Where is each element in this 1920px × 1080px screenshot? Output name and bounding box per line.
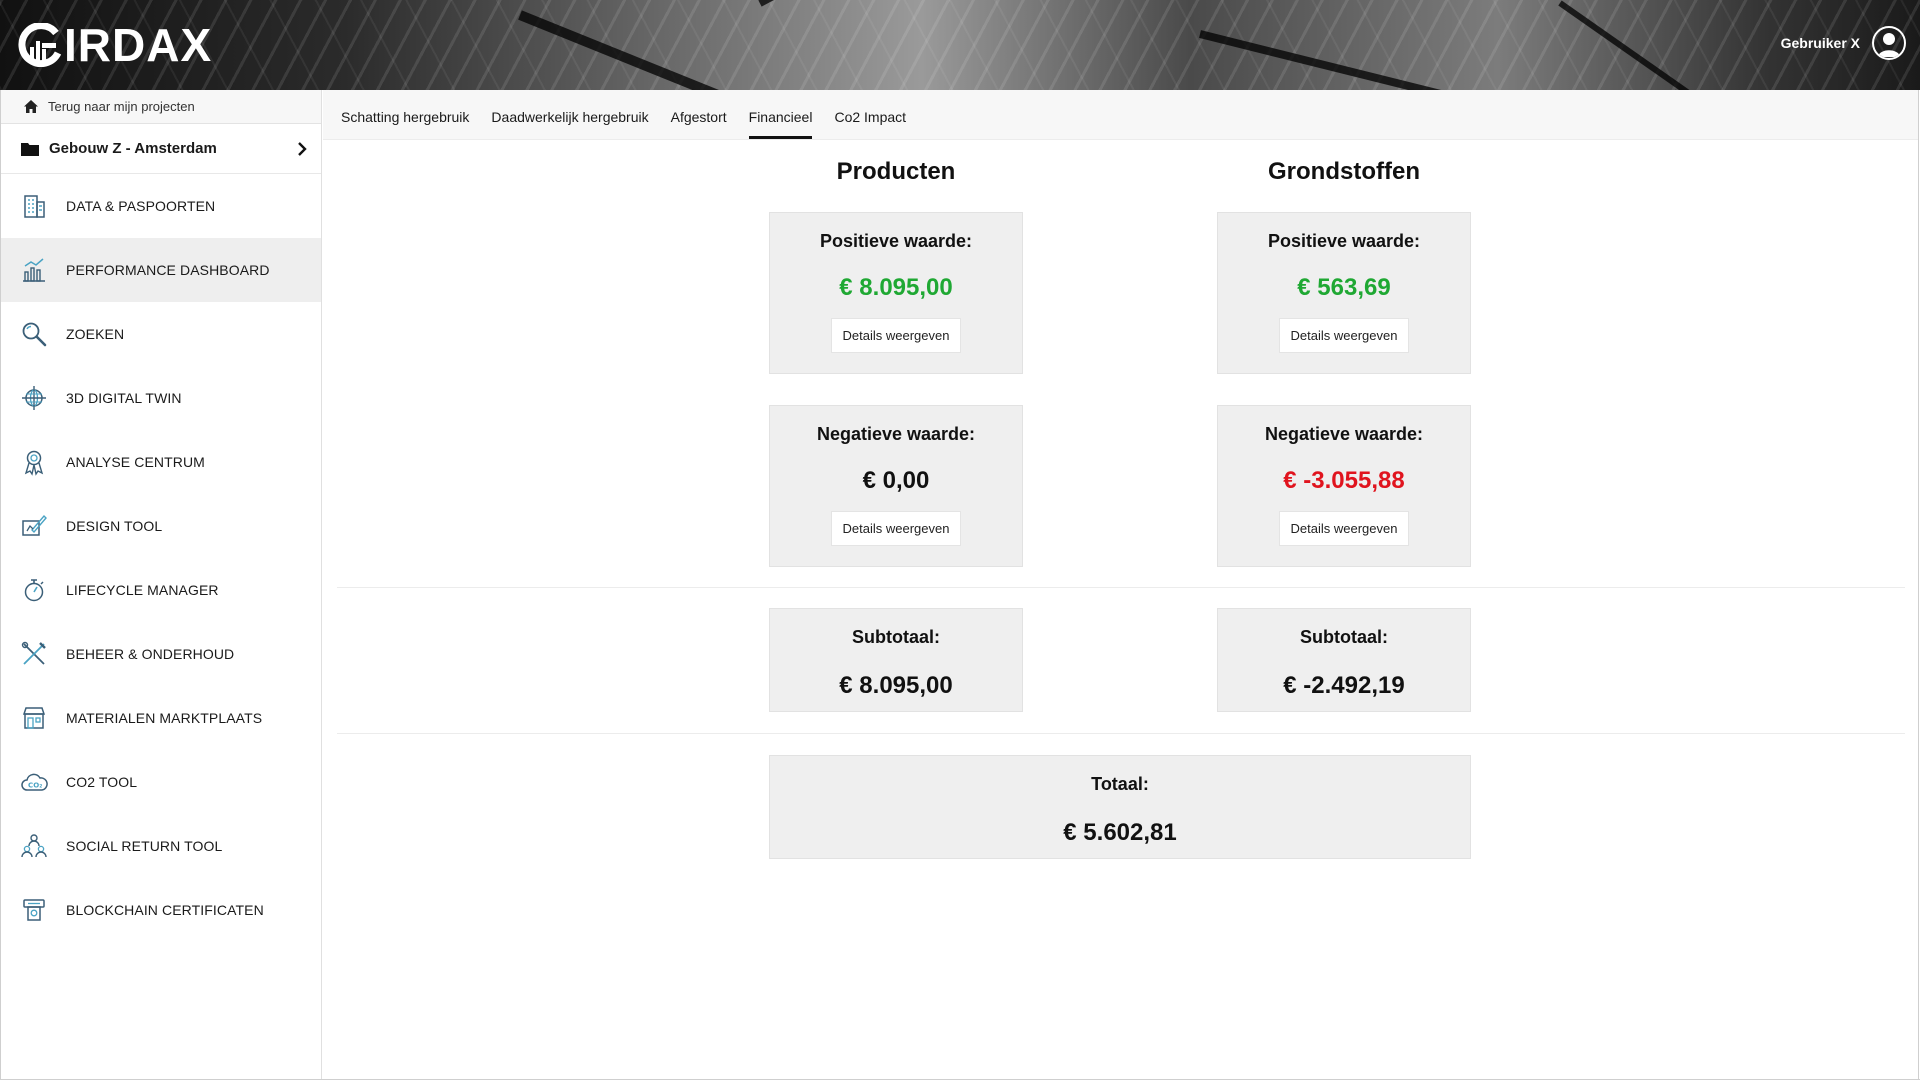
chevron-right-icon: [298, 141, 307, 156]
grondstoffen-title: Grondstoffen: [1268, 158, 1420, 185]
logo-text: IRDAX: [64, 19, 213, 71]
tab-co2-impact[interactable]: Co2 Impact: [834, 90, 906, 139]
main-content: Schatting hergebruik Daadwerkelijk herge…: [323, 90, 1919, 1080]
user-name: Gebruiker X: [1780, 35, 1860, 51]
sidebar-item-label: MATERIALEN MARKTPLAATS: [66, 710, 263, 726]
certificate-icon: [23, 899, 45, 921]
people-icon: [21, 834, 47, 858]
header-background-beam: [518, 10, 912, 90]
producten-positive-value: € 8.095,00: [839, 274, 953, 301]
card-label: Subtotaal:: [852, 627, 940, 647]
header-background-beam: [758, 0, 1080, 7]
section-divider: [337, 733, 1905, 734]
sidebar-item-label: BLOCKCHAIN CERTIFICATEN: [66, 902, 264, 918]
sidebar-item-social-return-tool[interactable]: SOCIAL RETURN TOOL: [1, 814, 321, 878]
producten-title: Producten: [836, 158, 956, 185]
card-label: Totaal:: [1091, 774, 1149, 794]
bar-chart-icon: [23, 258, 45, 282]
stopwatch-icon: [24, 579, 44, 602]
sidebar-item-zoeken[interactable]: ZOEKEN: [1, 302, 321, 366]
producten-negative-value: € 0,00: [862, 467, 930, 494]
producten-positive-details-button[interactable]: Details weergeven: [830, 318, 962, 353]
grondstoffen-positive-details-button[interactable]: Details weergeven: [1278, 318, 1410, 353]
sidebar-item-label: BEHEER & ONDERHOUD: [66, 646, 235, 662]
award-icon: [24, 450, 44, 476]
sidebar-item-co2-tool[interactable]: CO₂ CO2 TOOL: [1, 750, 321, 814]
sidebar-item-label: CO2 TOOL: [66, 774, 138, 790]
total-card: Totaal: € 5.602,81: [769, 755, 1471, 859]
tab-schatting-hergebruik[interactable]: Schatting hergebruik: [341, 90, 469, 139]
sidebar-item-blockchain-certificaten[interactable]: BLOCKCHAIN CERTIFICATEN: [1, 878, 321, 942]
tab-bar: Schatting hergebruik Daadwerkelijk herge…: [323, 90, 1918, 140]
globe-icon: [22, 386, 46, 410]
card-label: Negatieve waarde:: [816, 424, 976, 444]
grondstoffen-negative-card: Negatieve waarde: € -3.055,88 Details we…: [1217, 405, 1471, 567]
grondstoffen-negative-value: € -3.055,88: [1283, 467, 1405, 494]
header-background-beam: [1558, 0, 1808, 90]
producten-negative-card: Negatieve waarde: € 0,00 Details weergev…: [769, 405, 1023, 567]
co2-cloud-icon: CO₂: [21, 773, 48, 791]
sidebar-item-performance-dashboard[interactable]: PERFORMANCE DASHBOARD: [1, 238, 321, 302]
sidebar-item-label: ZOEKEN: [66, 326, 125, 342]
sidebar-item-label: DESIGN TOOL: [66, 518, 163, 534]
building-icon: [24, 195, 45, 218]
project-selector[interactable]: Gebouw Z - Amsterdam: [1, 124, 321, 174]
project-name: Gebouw Z - Amsterdam: [49, 140, 217, 157]
app-logo[interactable]: IRDAX: [18, 20, 212, 70]
card-label: Positieve waarde:: [1267, 231, 1421, 251]
search-icon: [22, 322, 47, 347]
grondstoffen-subtotal-card: Subtotaal: € -2.492,19: [1217, 608, 1471, 712]
back-link-label: Terug naar mijn projecten: [48, 99, 195, 114]
tab-financieel[interactable]: Financieel: [748, 90, 812, 139]
sidebar-item-analyse-centrum[interactable]: ANALYSE CENTRUM: [1, 430, 321, 494]
sidebar-item-lifecycle-manager[interactable]: LIFECYCLE MANAGER: [1, 558, 321, 622]
header-background-beam: [1199, 30, 1648, 90]
sidebar-item-beheer-onderhoud[interactable]: BEHEER & ONDERHOUD: [1, 622, 321, 686]
svg-text:CO₂: CO₂: [28, 782, 42, 790]
producten-subtotal-card: Subtotaal: € 8.095,00: [769, 608, 1023, 712]
store-icon: [22, 707, 46, 729]
user-menu[interactable]: Gebruiker X: [1781, 26, 1906, 60]
tab-afgestort[interactable]: Afgestort: [671, 90, 727, 139]
section-divider: [337, 587, 1905, 588]
sidebar-item-materialen-marktplaats[interactable]: MATERIALEN MARKTPLAATS: [1, 686, 321, 750]
grondstoffen-negative-details-button[interactable]: Details weergeven: [1278, 511, 1410, 546]
app-header: IRDAX Gebruiker X: [0, 0, 1920, 90]
design-icon: [22, 514, 47, 536]
sidebar-item-label: DATA & PASPOORTEN: [66, 198, 216, 214]
sidebar-item-label: LIFECYCLE MANAGER: [66, 582, 219, 598]
home-icon: [24, 99, 38, 113]
producten-positive-card: Positieve waarde: € 8.095,00 Details wee…: [769, 212, 1023, 374]
sidebar-item-label: 3D DIGITAL TWIN: [66, 390, 182, 406]
sidebar: Terug naar mijn projecten Gebouw Z - Ams…: [0, 90, 322, 1080]
logo-mark-icon: [18, 22, 62, 68]
tab-daadwerkelijk-hergebruik[interactable]: Daadwerkelijk hergebruik: [491, 90, 648, 139]
sidebar-item-design-tool[interactable]: DESIGN TOOL: [1, 494, 321, 558]
sidebar-item-3d-digital-twin[interactable]: 3D DIGITAL TWIN: [1, 366, 321, 430]
grondstoffen-subtotal-value: € -2.492,19: [1283, 672, 1405, 699]
producten-subtotal-value: € 8.095,00: [839, 672, 953, 699]
sidebar-item-label: ANALYSE CENTRUM: [66, 454, 205, 470]
sidebar-item-data-paspoorten[interactable]: DATA & PASPOORTEN: [1, 174, 321, 238]
tools-icon: [21, 641, 46, 665]
sidebar-item-label: SOCIAL RETURN TOOL: [66, 838, 223, 854]
card-label: Negatieve waarde:: [1264, 424, 1424, 444]
folder-icon: [21, 142, 39, 156]
total-value: € 5.602,81: [1063, 819, 1177, 846]
user-avatar-icon[interactable]: [1872, 26, 1906, 60]
card-label: Positieve waarde:: [819, 231, 973, 251]
back-to-projects-link[interactable]: Terug naar mijn projecten: [1, 90, 321, 124]
card-label: Subtotaal:: [1300, 627, 1388, 647]
producten-negative-details-button[interactable]: Details weergeven: [830, 511, 962, 546]
grondstoffen-positive-value: € 563,69: [1297, 274, 1391, 301]
sidebar-item-label: PERFORMANCE DASHBOARD: [66, 262, 270, 278]
grondstoffen-positive-card: Positieve waarde: € 563,69 Details weerg…: [1217, 212, 1471, 374]
